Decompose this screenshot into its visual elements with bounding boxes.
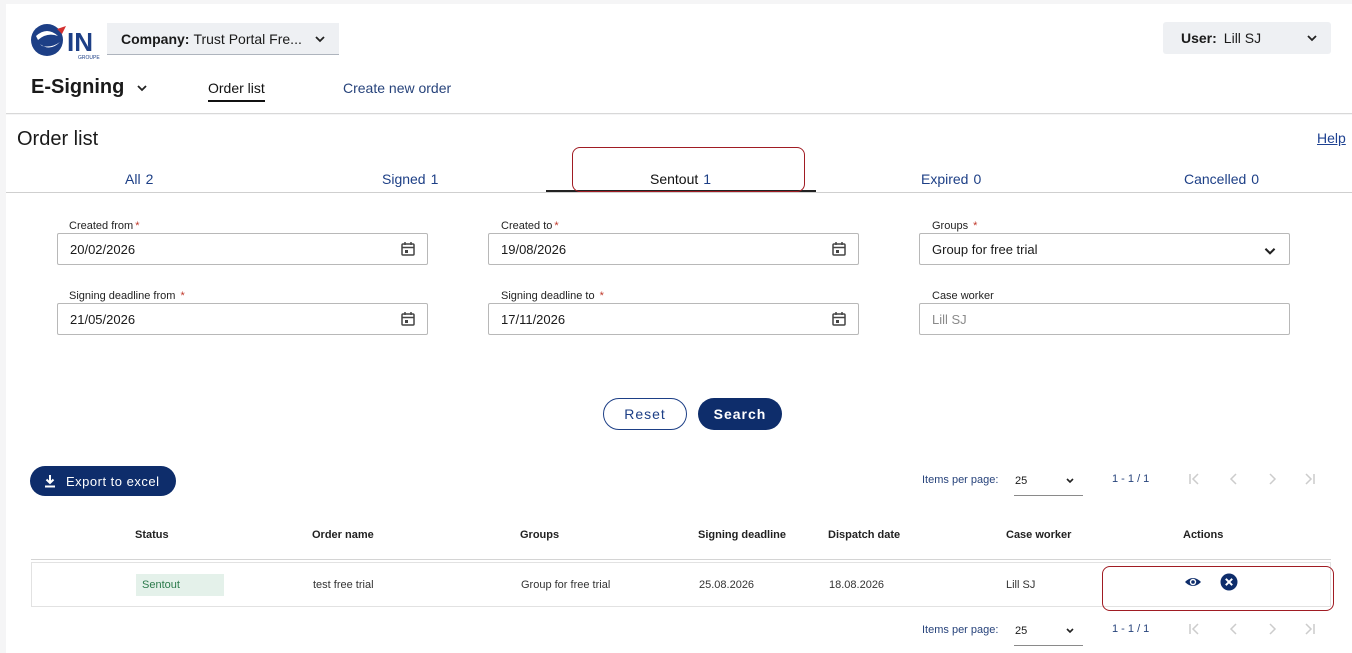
order-name-cell: test free trial (313, 579, 374, 591)
groups-label: Groups * (932, 220, 978, 232)
created-to-value: 19/08/2026 (501, 241, 567, 257)
page-size-select[interactable]: 25 (1014, 466, 1083, 496)
created-from-input[interactable]: 20/02/2026 (57, 233, 428, 265)
items-per-page-label: Items per page: (922, 474, 999, 486)
tab-label: All (125, 171, 141, 187)
created-from-label: Created from * (69, 220, 140, 232)
tab-label: Cancelled (1184, 171, 1247, 187)
case-worker-cell: Lill SJ (1006, 579, 1036, 591)
status-badge: Sentout (136, 574, 224, 596)
last-page-icon[interactable] (1303, 472, 1317, 486)
app-title: E-Signing (31, 76, 125, 98)
case-worker-placeholder: Lill SJ (932, 311, 967, 327)
calendar-icon[interactable] (831, 311, 847, 327)
company-selector[interactable]: Company: Trust Portal Fre... (107, 23, 339, 55)
top-bar: IN GROUPE Company: Trust Portal Fre... U… (6, 4, 1352, 114)
tab-label: Signed (382, 171, 426, 187)
help-link[interactable]: Help (1317, 130, 1346, 146)
nav-order-list[interactable]: Order list (208, 80, 265, 102)
chevron-down-icon (1066, 628, 1074, 634)
tab-label: Expired (921, 171, 969, 187)
groups-value: Group for free trial (932, 241, 1038, 257)
calendar-icon[interactable] (400, 311, 416, 327)
column-header-order-name[interactable]: Order name (312, 529, 374, 541)
table-header: Status Order name Groups Signing deadlin… (31, 512, 1331, 560)
items-per-page-label: Items per page: (922, 624, 999, 636)
reset-button[interactable]: Reset (603, 398, 687, 430)
column-header-case-worker[interactable]: Case worker (1006, 529, 1071, 541)
tab-expired[interactable]: Expired 0 (921, 171, 981, 187)
svg-text:GROUPE: GROUPE (78, 55, 100, 61)
signing-deadline-cell: 25.08.2026 (699, 579, 755, 591)
download-icon (45, 475, 55, 488)
tab-highlight-box (572, 147, 805, 192)
column-header-dispatch-date[interactable]: Dispatch date (828, 529, 900, 541)
user-label: User: (1181, 30, 1217, 46)
deadline-to-input[interactable]: 17/11/2026 (488, 303, 859, 335)
calendar-icon[interactable] (831, 241, 847, 257)
company-logo: IN GROUPE (30, 22, 110, 62)
user-selector[interactable]: User: Lill SJ (1163, 22, 1331, 54)
deadline-to-value: 17/11/2026 (501, 311, 566, 327)
calendar-icon[interactable] (400, 241, 416, 257)
column-header-actions: Actions (1183, 529, 1224, 541)
tab-count: 0 (1251, 171, 1260, 187)
first-page-icon[interactable] (1187, 622, 1201, 636)
column-header-signing-deadline[interactable]: Signing deadline (698, 529, 786, 541)
column-header-status[interactable]: Status (135, 529, 169, 541)
user-value: Lill SJ (1223, 30, 1262, 46)
page-range: 1 - 1 / 1 (1112, 473, 1150, 485)
tab-count: 1 (430, 171, 439, 187)
previous-page-icon[interactable] (1227, 472, 1241, 486)
dispatch-date-cell: 18.08.2026 (829, 579, 885, 591)
chevron-down-icon (315, 36, 325, 43)
next-page-icon[interactable] (1265, 622, 1279, 636)
company-label: Company: (121, 30, 190, 47)
paginator-top: Items per page: 25 1 - 1 / 1 (922, 466, 1342, 496)
groups-select[interactable]: Group for free trial (919, 233, 1290, 265)
case-worker-label: Case worker (932, 290, 994, 302)
chevron-down-icon (1264, 247, 1276, 255)
export-to-excel-button[interactable]: Export to excel (30, 466, 176, 496)
groups-cell: Group for free trial (521, 579, 611, 591)
tab-cancelled[interactable]: Cancelled 0 (1184, 171, 1259, 187)
company-value: Trust Portal Fre... (193, 30, 302, 47)
tab-signed[interactable]: Signed 1 (382, 171, 438, 187)
page-size-select[interactable]: 25 (1014, 616, 1083, 646)
page-range: 1 - 1 / 1 (1112, 623, 1150, 635)
created-from-value: 20/02/2026 (70, 241, 136, 257)
search-button[interactable]: Search (698, 398, 782, 430)
created-to-input[interactable]: 19/08/2026 (488, 233, 859, 265)
actions-highlight-box (1102, 566, 1334, 611)
next-page-icon[interactable] (1265, 472, 1279, 486)
created-to-label: Created to * (501, 220, 559, 232)
case-worker-input[interactable]: Lill SJ (919, 303, 1290, 335)
tab-count: 2 (145, 171, 154, 187)
column-header-groups[interactable]: Groups (520, 529, 559, 541)
export-label: Export to excel (66, 473, 160, 489)
paginator-bottom: Items per page: 25 1 - 1 / 1 (922, 616, 1342, 646)
chevron-down-icon (1307, 35, 1317, 42)
svg-text:IN: IN (67, 27, 93, 57)
tab-all[interactable]: All 2 (125, 171, 153, 187)
deadline-to-label: Signing deadline to * (501, 290, 604, 302)
last-page-icon[interactable] (1303, 622, 1317, 636)
chevron-down-icon (137, 84, 147, 91)
nav-create-new-order[interactable]: Create new order (343, 80, 451, 96)
previous-page-icon[interactable] (1227, 622, 1241, 636)
chevron-down-icon (1066, 478, 1074, 484)
app-title-menu[interactable]: E-Signing (31, 76, 148, 99)
deadline-from-label: Signing deadline from * (69, 290, 185, 302)
deadline-from-input[interactable]: 21/05/2026 (57, 303, 428, 335)
deadline-from-value: 21/05/2026 (70, 311, 136, 327)
first-page-icon[interactable] (1187, 472, 1201, 486)
tab-count: 0 (973, 171, 982, 187)
page-title: Order list (17, 128, 99, 150)
